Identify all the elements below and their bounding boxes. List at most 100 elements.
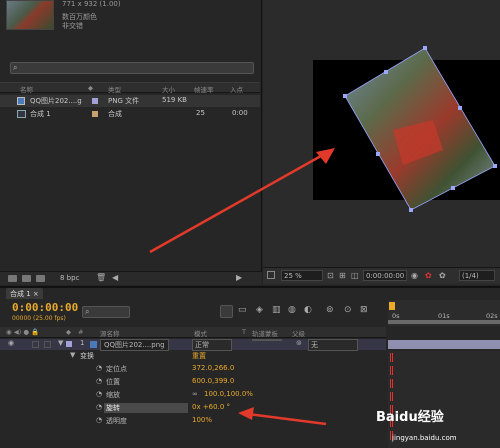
timeline-timecode[interactable]: 0:00:00:00 [12,301,78,314]
zoom-select[interactable]: 25 % [281,270,323,281]
fit-icon[interactable]: ⊡ [327,271,334,280]
constrain-link-icon[interactable]: ∞ [192,390,198,398]
layer-name[interactable]: QQ图片202....png [100,339,169,351]
frame-rate: 00000 (25.00 fps) [12,315,66,322]
channel-icon[interactable]: ✿ [439,271,446,280]
label-icon[interactable]: ◆ [66,328,71,336]
expand-icon[interactable]: ▼ [70,351,75,359]
stopwatch-icon[interactable]: ◔ [96,364,102,372]
timeline-search-input[interactable]: ⌕ [82,306,130,318]
solo-toggle[interactable] [32,341,39,348]
stopwatch-icon[interactable]: ◔ [96,403,102,411]
keyframe-marker[interactable] [390,392,393,401]
bpc-toggle[interactable]: 8 bpc [60,274,79,282]
reset-link[interactable]: 重置 [192,351,206,361]
comp-mini-flowchart-icon[interactable] [220,305,233,318]
property-row[interactable]: ◔ 定位点 372.0,266.0 [0,364,386,375]
col-parent[interactable]: 父级 [292,328,305,338]
lock-toggle[interactable] [44,341,51,348]
motion-blur-icon[interactable]: ◍ [288,305,301,318]
tab-composition[interactable]: 合成 1 × [6,288,43,299]
ruler-tick-label: 0s [392,312,400,320]
shy-icon[interactable]: ◈ [256,305,269,318]
stopwatch-icon[interactable]: ◔ [96,416,102,424]
close-icon[interactable]: × [33,290,39,298]
col-type[interactable]: 类型 [108,84,121,94]
property-value[interactable]: 600.0,399.0 [192,377,234,385]
rotated-layer-image[interactable] [313,40,500,220]
col-name[interactable]: 名称 [20,84,33,94]
graph-icon[interactable]: ⊠ [360,305,373,318]
viewer-timecode[interactable]: 0:00:00:00 [363,270,407,281]
image-file-icon [17,97,25,105]
property-row[interactable]: ◔ 位置 600.0,399.0 [0,377,386,388]
stopwatch-icon[interactable]: ◔ [96,377,102,385]
time-ruler[interactable]: 0s 01s 02s [388,300,500,326]
item-name: 合成 1 [30,110,51,118]
brainstorm-icon[interactable]: ⊚ [326,305,339,318]
property-row[interactable]: ◔ 缩放 ∞ 100.0,100.0% [0,390,386,401]
resolution-select[interactable]: (1/4) [459,270,495,281]
property-name: 定位点 [106,365,127,373]
property-row[interactable]: ◔ 透明度 100% [0,416,386,427]
work-area-bar[interactable] [388,320,500,324]
playhead-icon[interactable] [389,302,395,310]
property-value[interactable]: 100.0,100.0% [204,390,253,398]
keyframe-icon[interactable]: ⊙ [344,305,357,318]
label-color-swatch[interactable] [92,111,98,117]
keyframe-marker[interactable] [390,379,393,388]
new-folder-icon[interactable] [22,275,31,282]
interpret-footage-icon[interactable] [8,275,17,282]
new-composition-icon[interactable] [36,275,45,282]
graph-editor-icon[interactable]: ◐ [304,305,317,318]
footage-thumbnail [6,0,54,30]
keyframe-marker[interactable] [390,353,393,362]
snapshot-icon[interactable]: ◉ [411,271,418,280]
col-t[interactable]: T [242,328,246,336]
trash-icon[interactable]: 🗑 [96,273,106,282]
col-in[interactable]: 入点 [230,84,243,94]
property-value[interactable]: 0x +60.0 ° [192,403,230,411]
keyframe-marker[interactable] [390,366,393,375]
project-search-input[interactable]: ⌕ [10,62,254,74]
composition-icon [17,110,26,118]
col-fps[interactable]: 帧速率 [194,84,214,94]
label-icon[interactable]: ◆ [88,84,93,92]
item-name: QQ图片202....g [30,97,82,105]
list-item[interactable]: QQ图片202....g PNG 文件 519 KB [0,95,260,107]
always-preview-icon[interactable] [267,271,275,279]
frame-blending-icon[interactable]: ▥ [272,305,285,318]
channel-icon[interactable]: ✿ [425,271,432,280]
layer-column-header: ◉ ◀) ● 🔒 ◆ # 源名称 模式 T 轨道蒙板 父级 [0,327,386,338]
list-item[interactable]: 合成 1 合成 25 0:00 [0,108,260,120]
mode-select[interactable]: 正常 [192,339,232,351]
col-source-name[interactable]: 源名称 [100,328,120,338]
av-switches-icon[interactable]: ◉ ◀) ● 🔒 [6,328,39,336]
pickwhip-icon[interactable]: ⊚ [296,339,302,347]
col-trkmat[interactable]: 轨道蒙板 [252,328,278,338]
property-value[interactable]: 100% [192,416,212,424]
layer-duration-bar[interactable] [388,340,500,349]
label-color-swatch[interactable] [92,98,98,104]
layer-number-icon[interactable]: # [78,328,83,336]
grid-icon[interactable]: ⊞ [339,271,346,280]
label-color-swatch[interactable] [66,341,72,347]
expand-icon[interactable]: ▼ [58,339,63,347]
property-row-selected[interactable]: ◔ 旋转 0x +60.0 ° [0,403,386,414]
stopwatch-icon[interactable]: ◔ [96,390,102,398]
mask-icon[interactable]: ◫ [351,271,359,280]
layer-row[interactable]: ◉ ▼ 1 QQ图片202....png 正常 ⊚ 无 [0,339,386,351]
col-size[interactable]: 大小 [162,84,175,94]
scroll-right-icon[interactable]: ▶ [236,273,242,282]
property-value[interactable]: 372.0,266.0 [192,364,234,372]
visibility-icon[interactable]: ◉ [8,339,14,347]
transform-label: 变换 [80,352,94,360]
watermark-logo: Baidu经验 [376,410,444,425]
scroll-left-icon[interactable]: ◀ [112,273,118,282]
col-mode[interactable]: 模式 [194,328,207,338]
draft-3d-icon[interactable]: ▭ [238,305,251,318]
trkmat-select[interactable] [252,339,282,341]
parent-select[interactable]: 无 [308,339,358,351]
property-name: 位置 [106,378,120,386]
transform-group-row[interactable]: ▼ 变换 重置 [0,351,386,362]
